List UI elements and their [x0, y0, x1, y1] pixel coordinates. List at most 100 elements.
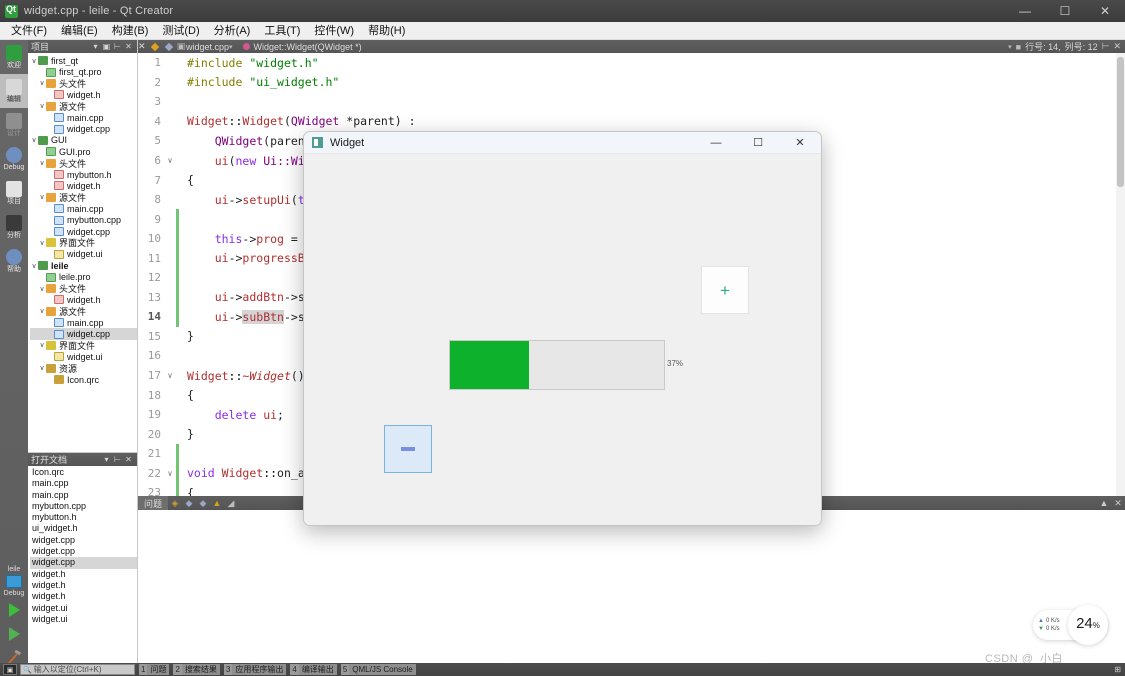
qt-app-close-button[interactable]: ✕: [779, 132, 821, 154]
open-document-item[interactable]: main.cpp: [30, 490, 137, 501]
chevron-down-icon[interactable]: ∨: [30, 136, 38, 144]
file-combo-label[interactable]: widget.cpp: [186, 42, 229, 52]
filter-icon[interactable]: ▾: [90, 42, 101, 51]
open-document-item[interactable]: main.cpp: [30, 478, 137, 489]
menu-item-4[interactable]: 分析(A): [207, 23, 258, 39]
open-document-item[interactable]: ui_widget.h: [30, 523, 137, 534]
tree-item[interactable]: main.cpp: [30, 112, 137, 123]
tree-item[interactable]: ∨ leile: [30, 260, 137, 271]
tree-item[interactable]: ∨ 界面文件: [30, 237, 137, 248]
tree-item[interactable]: ∨ 源文件: [30, 306, 137, 317]
tree-item[interactable]: main.cpp: [30, 317, 137, 328]
close-editor-icon[interactable]: ✕: [1113, 41, 1121, 52]
menu-item-0[interactable]: 文件(F): [4, 23, 54, 39]
kit-selector-icon[interactable]: [6, 575, 22, 588]
filter-icon[interactable]: ▾: [101, 455, 112, 464]
open-document-item[interactable]: widget.h: [30, 580, 137, 591]
fold-toggle-icon[interactable]: ∨: [164, 469, 176, 478]
open-document-item[interactable]: Icon.qrc: [30, 467, 137, 478]
fold-toggle-icon[interactable]: ∨: [164, 156, 176, 165]
prev-item-icon[interactable]: ◆: [182, 498, 196, 509]
chevron-down-icon[interactable]: ∨: [38, 159, 46, 167]
close-icon[interactable]: ✕: [123, 42, 134, 51]
warning-icon[interactable]: ▲: [210, 498, 224, 508]
chevron-down-icon[interactable]: ∨: [38, 79, 46, 87]
symbol-combo-chevron-down-icon[interactable]: ▾: [1008, 43, 1012, 51]
chevron-down-icon[interactable]: ∨: [38, 239, 46, 247]
nav-forward-icon[interactable]: [164, 42, 174, 51]
code-line[interactable]: 4 Widget::Widget(QWidget *parent) :: [138, 112, 1125, 132]
output-tab-问题[interactable]: 1 问题: [139, 664, 170, 676]
qt-app-maximize-button[interactable]: ☐: [737, 132, 779, 154]
chevron-down-icon[interactable]: ∨: [38, 364, 46, 372]
open-document-item[interactable]: widget.cpp: [30, 546, 137, 557]
mode-item-设计[interactable]: 设计: [0, 108, 28, 142]
close-button[interactable]: ✕: [1085, 0, 1125, 22]
open-document-item[interactable]: widget.cpp: [30, 535, 137, 546]
fold-toggle-icon[interactable]: ∨: [164, 371, 176, 380]
menu-item-5[interactable]: 工具(T): [257, 23, 307, 39]
chevron-down-icon[interactable]: ∨: [30, 262, 38, 270]
tree-item[interactable]: ∨ 头文件: [30, 283, 137, 294]
output-tab-编译输出[interactable]: 4 编译输出: [290, 664, 337, 676]
chevron-down-icon[interactable]: ∨: [38, 341, 46, 349]
open-document-item[interactable]: widget.cpp: [30, 557, 137, 569]
sub-button[interactable]: [384, 425, 432, 473]
tree-item[interactable]: mybutton.cpp: [30, 214, 137, 225]
open-document-item[interactable]: widget.ui: [30, 603, 137, 614]
close-icon[interactable]: ✕: [123, 455, 134, 464]
file-combo-chevron-down-icon[interactable]: ▾: [229, 43, 233, 51]
code-line[interactable]: 3: [138, 92, 1125, 112]
editor-scrollbar[interactable]: [1116, 53, 1125, 496]
mode-item-欢迎[interactable]: 欢迎: [0, 40, 28, 74]
mode-item-分析[interactable]: 分析: [0, 210, 28, 244]
menu-item-3[interactable]: 测试(D): [155, 23, 206, 39]
toolbar-close-icon[interactable]: ✕: [138, 41, 148, 52]
chevron-down-icon[interactable]: ∨: [38, 285, 46, 293]
tree-item[interactable]: widget.ui: [30, 351, 137, 362]
editor-scrollbar-thumb[interactable]: [1117, 57, 1124, 187]
split-icon[interactable]: ⊢: [112, 455, 123, 464]
run-button[interactable]: [0, 598, 28, 622]
code-line[interactable]: 2 #include "ui_widget.h": [138, 73, 1125, 93]
open-document-item[interactable]: widget.h: [30, 591, 137, 602]
qt-app-minimize-button[interactable]: —: [695, 132, 737, 154]
add-button[interactable]: +: [701, 266, 749, 314]
expand-icon[interactable]: ⊢: [112, 42, 123, 51]
tree-item[interactable]: ∨ 源文件: [30, 101, 137, 112]
clear-icon[interactable]: ◢: [224, 498, 238, 509]
cpu-usage-widget[interactable]: 24 %: [1068, 605, 1108, 645]
chevron-down-icon[interactable]: ∨: [38, 193, 46, 201]
mode-item-Debug[interactable]: Debug: [0, 142, 28, 176]
menu-item-6[interactable]: 控件(W): [307, 23, 361, 39]
tree-item[interactable]: ∨ 资源: [30, 363, 137, 374]
filter-warnings-icon[interactable]: ◈: [168, 498, 182, 509]
code-line[interactable]: 1 #include "widget.h": [138, 53, 1125, 73]
tree-item[interactable]: mybutton.h: [30, 169, 137, 180]
sync-icon[interactable]: ▣: [101, 42, 112, 51]
output-tab-搜索结果[interactable]: 2 搜索结果: [173, 664, 220, 676]
mode-item-帮助[interactable]: 帮助: [0, 244, 28, 278]
open-documents-list[interactable]: Icon.qrc main.cpp main.cpp mybutton.cpp mybu…: [28, 466, 137, 625]
tree-item[interactable]: ∨ GUI: [30, 135, 137, 146]
minimize-button[interactable]: —: [1005, 0, 1045, 22]
split-editor-icon[interactable]: ⊢: [1102, 41, 1110, 52]
tree-item[interactable]: widget.cpp: [30, 123, 137, 134]
project-tree[interactable]: ∨ first_qt first_qt.pro ∨ 头文件 widget.h ∨ 源文件 mai…: [28, 53, 137, 452]
chevron-down-icon[interactable]: ∨: [38, 102, 46, 110]
tree-item[interactable]: widget.ui: [30, 249, 137, 260]
locator-input[interactable]: 🔍 输入以定位(Ctrl+K): [20, 664, 135, 675]
symbol-combo[interactable]: Widget::Widget(QWidget *): [239, 42, 1009, 52]
menu-item-2[interactable]: 构建(B): [105, 23, 156, 39]
tree-item[interactable]: Icon.qrc: [30, 374, 137, 385]
open-document-item[interactable]: widget.ui: [30, 614, 137, 625]
output-tab-QML/JS Console[interactable]: 5 QML/JS Console: [340, 664, 416, 676]
close-pane-icon[interactable]: ✕: [1111, 498, 1125, 509]
output-tab-应用程序输出[interactable]: 3 应用程序输出: [223, 664, 287, 676]
tree-item[interactable]: ∨ 源文件: [30, 192, 137, 203]
open-document-item[interactable]: mybutton.h: [30, 512, 137, 523]
next-item-icon[interactable]: ◆: [196, 498, 210, 509]
mode-item-项目[interactable]: 项目: [0, 176, 28, 210]
chevron-down-icon[interactable]: ∨: [30, 57, 38, 65]
menu-item-1[interactable]: 编辑(E): [54, 23, 105, 39]
